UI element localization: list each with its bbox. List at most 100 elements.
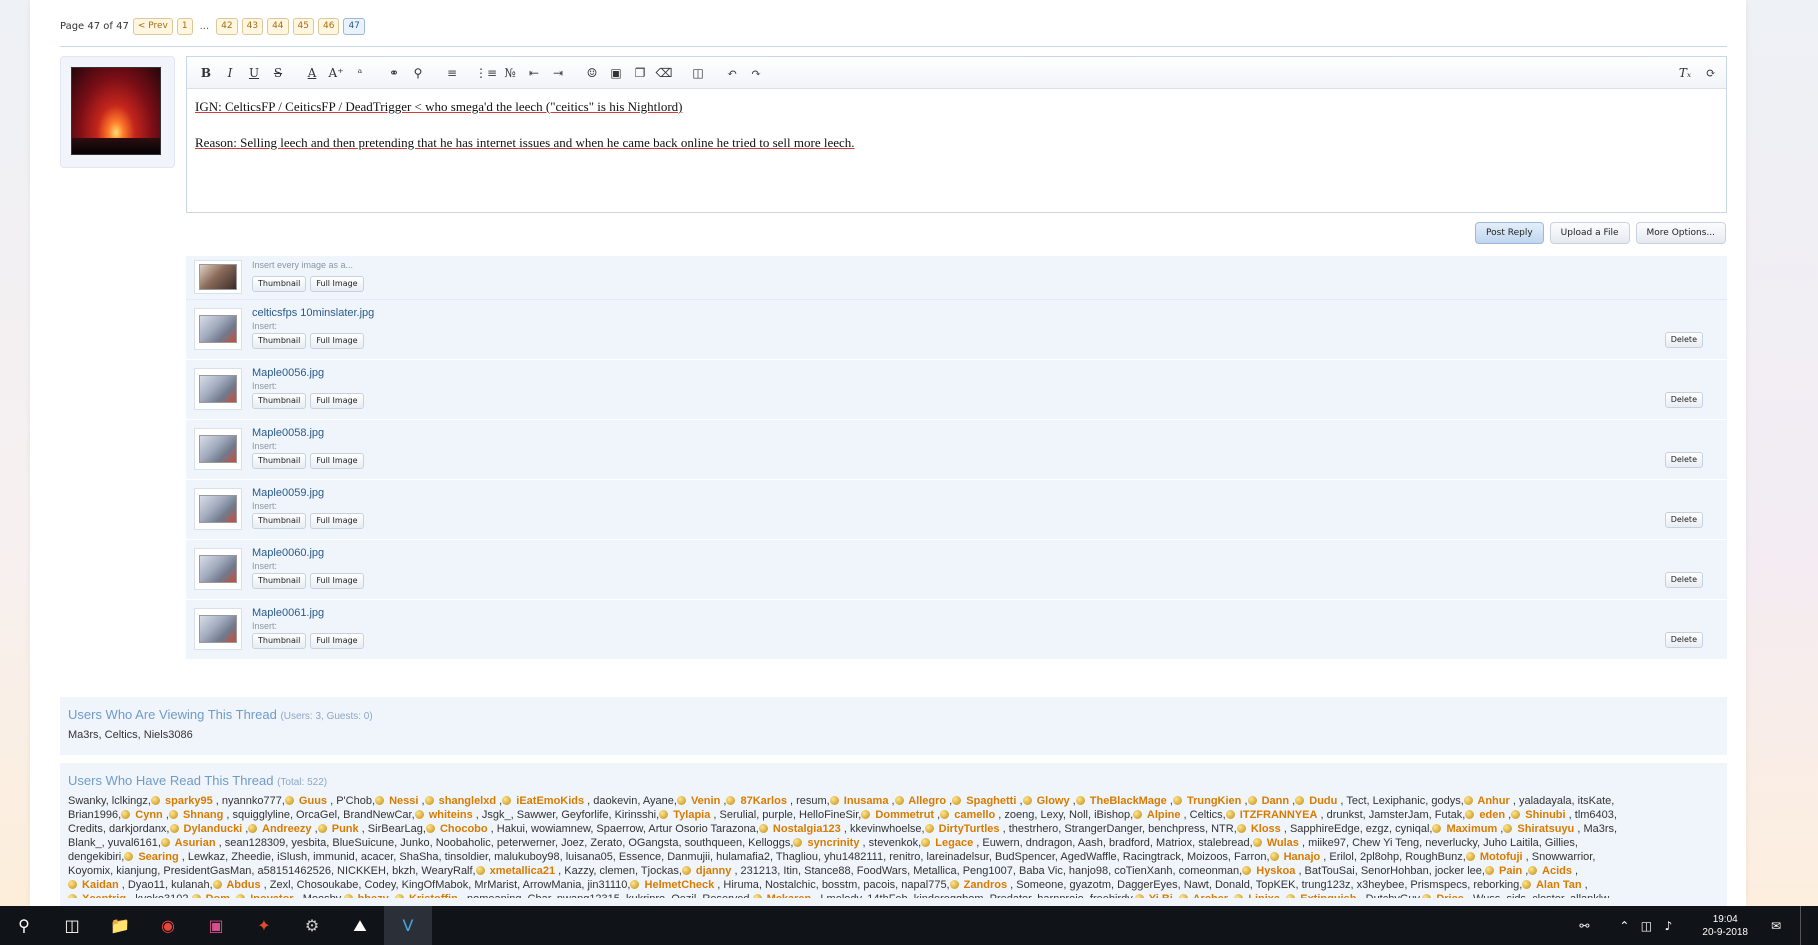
- reader-names[interactable]: , Euwern, dndragon, Aash, bradford, Matr…: [973, 837, 1252, 849]
- reader-link-premium[interactable]: syncrinity: [793, 837, 859, 849]
- reader-names[interactable]: , tlm6403,: [1566, 809, 1617, 821]
- reader-link-premium[interactable]: Maximum: [1432, 823, 1498, 835]
- insert-full-image-button[interactable]: Full Image: [310, 333, 364, 349]
- reader-names[interactable]: , SirBearLag,: [359, 823, 426, 835]
- reader-names[interactable]: , Serulial, purple, HelloFineSir,: [710, 809, 861, 821]
- people-icon[interactable]: ⚯: [1576, 919, 1592, 933]
- attachment-thumbnail[interactable]: [194, 308, 242, 350]
- delete-attachment-button[interactable]: Delete: [1664, 332, 1703, 348]
- reader-link-premium[interactable]: hbezy: [344, 893, 389, 898]
- attachment-name-link[interactable]: Maple0059.jpg: [252, 487, 324, 499]
- attachment-name-link[interactable]: celticsfps 10minslater.jpg: [252, 307, 374, 319]
- reader-link-premium[interactable]: Nessi: [375, 795, 418, 807]
- unlink-icon[interactable]: ⚲: [407, 62, 429, 84]
- reader-link-premium[interactable]: Tylapia: [659, 809, 710, 821]
- insert-thumbnail-button[interactable]: Thumbnail: [252, 573, 307, 589]
- delete-attachment-button[interactable]: Delete: [1664, 392, 1703, 408]
- reader-names[interactable]: ,: [389, 893, 395, 898]
- reader-link-premium[interactable]: Cynn: [121, 809, 163, 821]
- reader-names[interactable]: Swanky, lclkingz,: [68, 795, 151, 807]
- reader-names[interactable]: , Lewkaz, Zheedie, iSlush, immunid, acac…: [179, 851, 1270, 863]
- reader-link-premium[interactable]: Motofuji: [1466, 851, 1523, 863]
- reader-link-premium[interactable]: Pain: [1485, 865, 1522, 877]
- reader-link-premium[interactable]: Dann: [1248, 795, 1290, 807]
- reader-names[interactable]: , kkevinwhoelse,: [841, 823, 925, 835]
- reader-names[interactable]: , Someone, gyazotm, DaggerEyes, Nawt, Do…: [1007, 879, 1522, 891]
- reader-link-premium[interactable]: Dylanducki: [170, 823, 243, 835]
- reader-names[interactable]: , yaladayala, itsKate,: [1510, 795, 1615, 807]
- reader-link-premium[interactable]: camello: [940, 809, 995, 821]
- reader-link-premium[interactable]: Linixa: [1234, 893, 1280, 898]
- reader-names[interactable]: , nyannko777,: [213, 795, 285, 807]
- reader-link-premium[interactable]: Inusama: [830, 795, 889, 807]
- reader-link-premium[interactable]: DirtyTurtles: [925, 823, 1000, 835]
- reader-link-premium[interactable]: 87Karlos: [726, 795, 786, 807]
- reader-link-premium[interactable]: Acids: [1528, 865, 1572, 877]
- attachment-thumbnail[interactable]: [194, 428, 242, 470]
- reader-names[interactable]: , Snowwarrior,: [1523, 851, 1596, 863]
- reader-link-premium[interactable]: TrungKien: [1173, 795, 1241, 807]
- reader-names[interactable]: , Dyao11, kulanah,: [119, 879, 213, 891]
- redo-icon[interactable]: ↷: [745, 62, 767, 84]
- reader-link-premium[interactable]: Shiratsuyu: [1503, 823, 1574, 835]
- insert-full-image-button[interactable]: Full Image: [310, 453, 364, 469]
- reader-link-premium[interactable]: Zandros: [950, 879, 1007, 891]
- page-link[interactable]: 43: [241, 18, 264, 35]
- smilie-icon[interactable]: ☺: [581, 62, 603, 84]
- editor-line[interactable]: IGN: CelticsFP / CeiticsFP / DeadTrigger…: [195, 99, 1718, 115]
- reader-link-premium[interactable]: Spaghetti: [952, 795, 1016, 807]
- reader-names[interactable]: , squigglyline, OrcaGel, BrandNewCar,: [223, 809, 414, 821]
- editor-content[interactable]: IGN: CelticsFP / CeiticsFP / DeadTrigger…: [187, 89, 1726, 181]
- numbered-list-icon[interactable]: №: [499, 62, 521, 84]
- reader-names[interactable]: ,: [888, 795, 894, 807]
- insert-icon[interactable]: ⌫: [653, 62, 675, 84]
- page-link[interactable]: 42: [216, 18, 238, 35]
- reader-link-premium[interactable]: Asurian: [161, 837, 216, 849]
- reader-names[interactable]: ,: [163, 809, 169, 821]
- reader-link-premium[interactable]: Dom: [192, 893, 230, 898]
- page-link[interactable]: 44: [267, 18, 289, 35]
- insert-full-image-button[interactable]: Full Image: [310, 513, 364, 529]
- font-size-icon[interactable]: A⁺: [325, 62, 347, 84]
- clock[interactable]: 19:04 20-9-2018: [1702, 913, 1748, 939]
- toggle-bbcode-icon[interactable]: ⟳: [1700, 62, 1722, 84]
- reader-names[interactable]: ,: [1582, 879, 1588, 891]
- reader-link-premium[interactable]: Allegro: [895, 795, 946, 807]
- reader-names[interactable]: ,: [1572, 865, 1578, 877]
- font-family-icon[interactable]: ᵃ: [349, 62, 371, 84]
- attachment-name-link[interactable]: Maple0058.jpg: [252, 427, 324, 439]
- reader-names[interactable]: , Hakui, wowiamnew, Spaerrow, Artur Osor…: [488, 823, 759, 835]
- remove-format-icon[interactable]: Tₓ: [1674, 62, 1696, 84]
- reader-names[interactable]: Koyomix, kianjung, PresidentGasMan, a581…: [68, 865, 476, 877]
- reader-names[interactable]: , Moosby,: [294, 893, 344, 898]
- reader-names[interactable]: , Ma3rs,: [1574, 823, 1617, 835]
- reader-link-premium[interactable]: Alpine: [1133, 809, 1181, 821]
- show-desktop-button[interactable]: [1800, 906, 1804, 945]
- reader-names[interactable]: , Hiruma, Nostalchic, bosstm, pacois, na…: [714, 879, 949, 891]
- attachment-thumbnail[interactable]: [194, 548, 242, 590]
- reader-names[interactable]: , Kazzy, clemen, Tjockas,: [555, 865, 682, 877]
- reader-link-premium[interactable]: Anhur: [1464, 795, 1509, 807]
- reader-names[interactable]: , miike97, Chew Yi Teng, neverlucky, Juh…: [1299, 837, 1578, 849]
- chevron-up-icon[interactable]: ⌃: [1616, 919, 1632, 933]
- attachment-thumbnail[interactable]: [194, 608, 242, 650]
- reader-link-premium[interactable]: eden: [1465, 809, 1505, 821]
- delete-attachment-button[interactable]: Delete: [1664, 572, 1703, 588]
- chrome-icon[interactable]: ◉: [144, 906, 192, 945]
- reader-link-premium[interactable]: djanny: [682, 865, 731, 877]
- page-link-first[interactable]: 1: [176, 18, 193, 35]
- reader-link-premium[interactable]: whiteins: [415, 809, 473, 821]
- reader-link-premium[interactable]: Inovator: [236, 893, 293, 898]
- attachment-name-link[interactable]: Maple0061.jpg: [252, 607, 324, 619]
- prev-page-link[interactable]: < Prev: [132, 18, 173, 35]
- page-link[interactable]: 45: [292, 18, 314, 35]
- reader-link-premium[interactable]: Shinubi: [1511, 809, 1565, 821]
- reader-link-premium[interactable]: Kloss: [1237, 823, 1281, 835]
- reader-names[interactable]: , SapphireEdge, ezgz, cyniqal,: [1281, 823, 1433, 835]
- reader-names[interactable]: , daokevin, Ayane,: [584, 795, 677, 807]
- reader-link-premium[interactable]: Xcentrig: [68, 893, 126, 898]
- notifications-icon[interactable]: ✉: [1768, 919, 1784, 933]
- outdent-icon[interactable]: ⇤: [523, 62, 545, 84]
- reader-names[interactable]: , Lmelody, 14thFeb, kindereggbom, Predat…: [811, 893, 1135, 898]
- strikethrough-icon[interactable]: S: [267, 62, 289, 84]
